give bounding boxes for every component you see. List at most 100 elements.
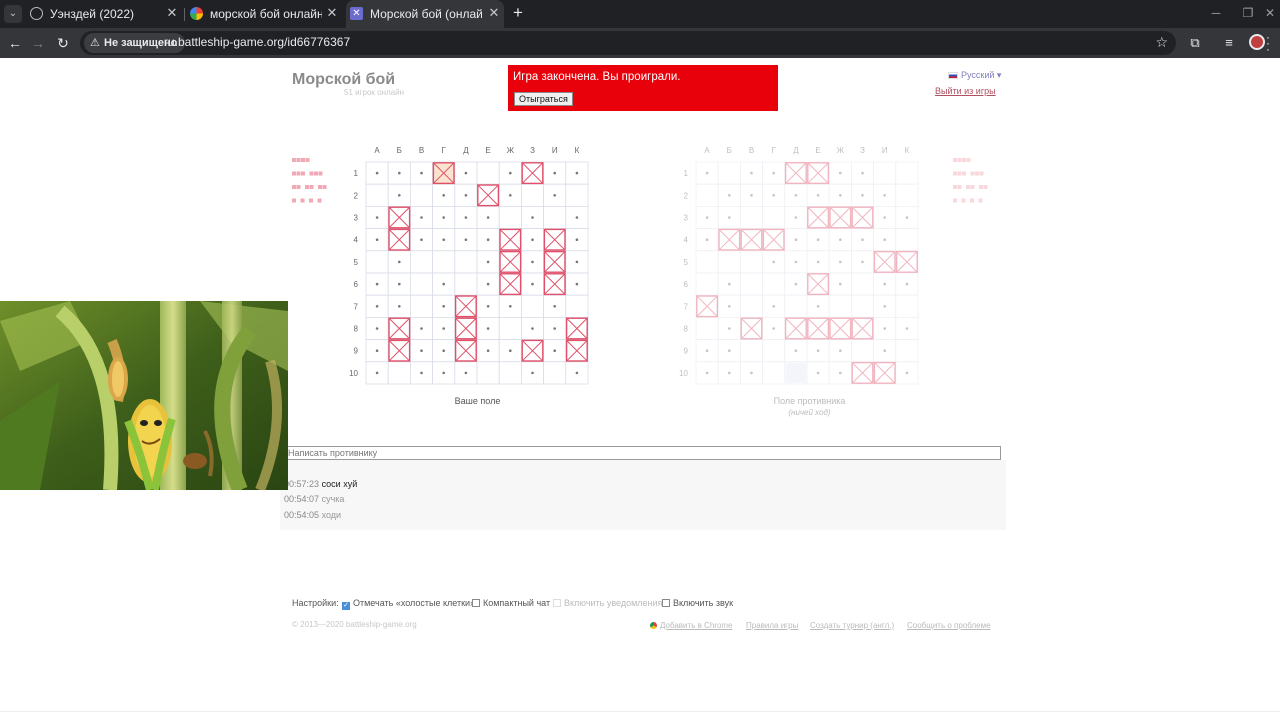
close-tab-icon[interactable]: ✕ <box>164 5 180 21</box>
board-cell[interactable] <box>740 294 764 318</box>
close-tab-icon[interactable]: ✕ <box>486 5 502 21</box>
board-cell[interactable] <box>828 294 852 318</box>
enemy-board-grid[interactable]: А Б В Г Д Е Ж З И К 1 2 3 4 5 6 7 8 9 10 <box>674 142 924 385</box>
board-cell[interactable] <box>895 228 919 252</box>
board-cell[interactable] <box>410 250 434 274</box>
board-cell[interactable] <box>740 250 764 274</box>
board-cell[interactable] <box>695 183 719 207</box>
miss-dot <box>861 260 864 264</box>
board-cell[interactable] <box>543 206 567 230</box>
board-cell[interactable] <box>717 250 741 274</box>
add-to-chrome-link[interactable]: Добавить в Chrome <box>650 621 733 630</box>
url-text[interactable]: ru.battleship-game.org/id66776367 <box>164 35 350 49</box>
board-cell[interactable] <box>895 339 919 363</box>
sound-option[interactable]: Включить звук <box>662 598 733 608</box>
miss-dot <box>839 238 842 241</box>
address-bar[interactable]: ⚠ Не защищено ru.battleship-game.org/id6… <box>80 31 1176 55</box>
compact-chat-option[interactable]: Компактный чат <box>472 598 550 608</box>
board-cell[interactable] <box>762 339 786 363</box>
leave-game-link[interactable]: Выйти из игры <box>935 86 996 96</box>
board-cell[interactable] <box>520 294 544 318</box>
forward-arrow-icon[interactable]: → <box>29 34 47 52</box>
create-tournament-link[interactable]: Создать турнир (англ.) <box>810 621 894 630</box>
close-tab-icon[interactable]: ✕ <box>324 5 340 21</box>
menu-kebab-icon[interactable]: · · · <box>1266 31 1274 55</box>
tab-1[interactable]: Уэнздей (2022) ✕ <box>26 0 182 28</box>
board-cell[interactable] <box>895 183 919 207</box>
extensions-icon[interactable]: ⧉ <box>1186 34 1204 52</box>
board-cell[interactable] <box>410 183 434 207</box>
ship-segment <box>961 198 966 203</box>
minimize-icon[interactable]: ─ <box>1208 6 1224 20</box>
miss-dot <box>442 216 445 219</box>
rules-link[interactable]: Правила игры <box>746 621 798 630</box>
tab-2[interactable]: морской бой онлайн - Поиск ✕ <box>186 0 342 28</box>
board-cell[interactable] <box>850 294 874 318</box>
miss-dot <box>375 327 379 330</box>
board-cell[interactable] <box>476 361 500 385</box>
profile-avatar[interactable] <box>1249 34 1265 50</box>
board-cell[interactable] <box>873 161 897 185</box>
row-label: 6 <box>684 280 689 289</box>
board-cell[interactable] <box>365 250 389 274</box>
bookmark-star-icon[interactable]: ☆ <box>1155 34 1168 51</box>
board-cell[interactable] <box>695 272 719 296</box>
board-cell[interactable] <box>476 161 500 185</box>
board-cell[interactable] <box>365 183 389 207</box>
back-arrow-icon[interactable]: ← <box>6 34 24 52</box>
miss-dot <box>816 238 820 241</box>
board-cell[interactable] <box>717 161 741 185</box>
restore-icon[interactable]: ❐ <box>1240 6 1256 20</box>
turn-status: (ничей ход) <box>788 408 831 417</box>
chat-input[interactable] <box>285 446 1001 460</box>
miss-dot <box>420 216 423 219</box>
board-cell[interactable] <box>410 272 434 296</box>
miss-dot <box>883 305 886 308</box>
board-cell[interactable] <box>387 361 411 385</box>
checkbox-icon[interactable] <box>472 599 480 607</box>
board-cell[interactable] <box>850 339 874 363</box>
checkbox-icon[interactable] <box>662 599 670 607</box>
board-cell[interactable] <box>498 316 522 340</box>
checkbox-checked-icon[interactable]: ✓ <box>342 602 350 610</box>
miss-dot <box>883 216 886 219</box>
window-close-icon[interactable]: ✕ <box>1262 6 1278 20</box>
rematch-button[interactable]: Отыграться <box>514 92 573 106</box>
board-cell[interactable] <box>740 339 764 363</box>
mark-empty-cells-option[interactable]: ✓ Отмечать «холостые клетки» <box>342 598 475 610</box>
board-cell[interactable] <box>454 250 478 274</box>
board-cell[interactable] <box>762 272 786 296</box>
board-cell[interactable] <box>498 206 522 230</box>
tab-separator <box>184 8 185 21</box>
board-cell[interactable] <box>784 294 808 318</box>
board-cell[interactable] <box>850 272 874 296</box>
board-cell[interactable] <box>762 361 786 385</box>
board-cell[interactable] <box>740 206 764 230</box>
board-cell[interactable] <box>740 272 764 296</box>
miss-dot <box>486 282 490 286</box>
board-cell[interactable] <box>895 294 919 318</box>
reading-list-icon[interactable]: ≡ <box>1220 34 1238 52</box>
ship-segment <box>296 171 301 176</box>
miss-dot <box>531 260 534 264</box>
board-cell[interactable] <box>410 294 434 318</box>
board-cell[interactable] <box>498 361 522 385</box>
board-cell[interactable] <box>543 361 567 385</box>
board-cell[interactable] <box>565 183 589 207</box>
board-cell[interactable] <box>895 161 919 185</box>
board-cell[interactable] <box>565 294 589 318</box>
reload-icon[interactable]: ↻ <box>54 34 72 52</box>
language-select[interactable]: Русский ▾ <box>948 70 1001 81</box>
tab-3-active[interactable]: ✕ Морской бой (онлайн-игра д ✕ <box>346 0 504 28</box>
board-cell[interactable] <box>432 250 456 274</box>
board-cell[interactable] <box>762 206 786 230</box>
tab-search-button[interactable]: ⌄ <box>4 5 22 23</box>
new-tab-button[interactable]: + <box>509 4 527 22</box>
miss-dot <box>398 260 401 264</box>
board-cell[interactable] <box>454 272 478 296</box>
miss-dot <box>705 216 709 219</box>
report-problem-link[interactable]: Сообщить о проблеме <box>907 621 991 630</box>
board-cell[interactable] <box>695 250 719 274</box>
board-cell[interactable] <box>520 183 544 207</box>
board-cell[interactable] <box>695 316 719 340</box>
